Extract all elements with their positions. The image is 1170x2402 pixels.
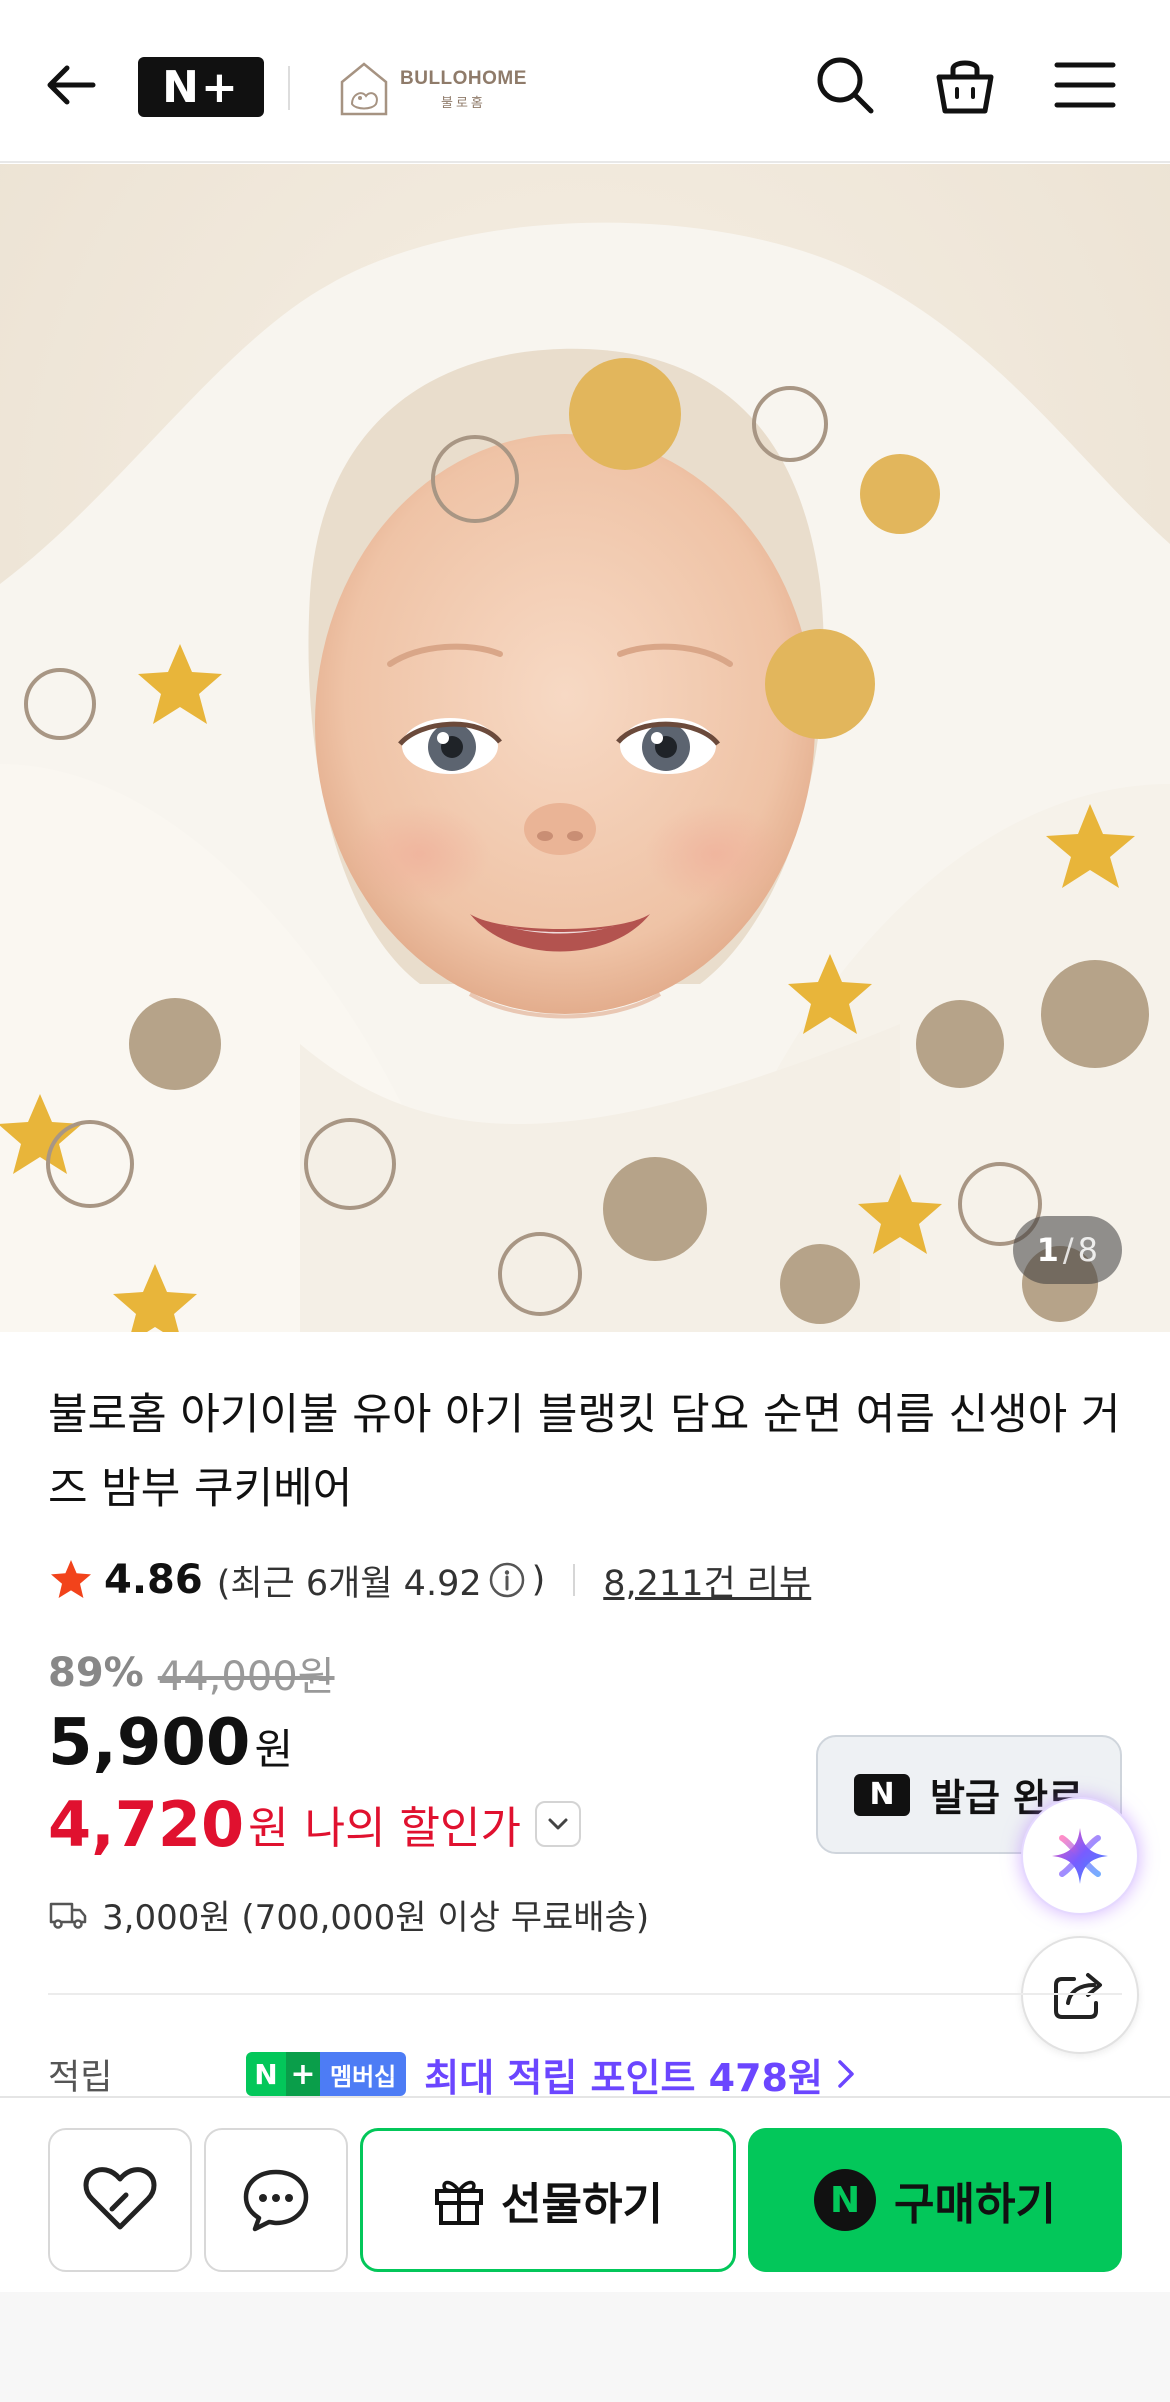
recent-rating: (최근 6개월 4.92 ) bbox=[217, 1555, 546, 1606]
naver-plus-membership-badge: N + 멤버십 bbox=[246, 2052, 407, 2096]
ai-assistant-button[interactable] bbox=[1021, 1797, 1139, 1915]
star-icon bbox=[51, 1560, 91, 1598]
search-button[interactable] bbox=[810, 50, 880, 120]
buy-label: 구매하기 bbox=[894, 2179, 1056, 2230]
max-points-text: 최대 적립 포인트 478원 bbox=[424, 2055, 823, 2100]
gift-button[interactable]: 선물하기 bbox=[360, 2128, 736, 2272]
cart-button[interactable] bbox=[930, 50, 1000, 120]
membership-label: 멤버십 bbox=[320, 2052, 407, 2096]
hamburger-menu-icon bbox=[1054, 62, 1116, 108]
brand-house-icon bbox=[340, 62, 388, 116]
image-counter-separator: / bbox=[1062, 1231, 1074, 1269]
product-image-carousel[interactable]: 1 / 8 bbox=[0, 164, 1170, 1332]
my-discount-price-unit: 원 bbox=[248, 1803, 289, 1854]
system-nav-area bbox=[0, 2292, 1170, 2402]
sale-price-row: 5,900 원 bbox=[48, 1706, 293, 1786]
brand-logo[interactable]: BULLOHOME 불로홈 bbox=[338, 56, 538, 122]
image-counter-total: 8 bbox=[1077, 1231, 1098, 1269]
rating-row: 4.86 (최근 6개월 4.92 ) 8,211건 리뷰 bbox=[48, 1552, 811, 1608]
product-title: 불로홈 아기이불 유아 아기 블랭킷 담요 순면 여름 신생아 거즈 밤부 쿠키… bbox=[48, 1390, 1121, 1514]
sale-price: 5,900 bbox=[48, 1706, 251, 1780]
expand-discount-button[interactable] bbox=[535, 1801, 581, 1847]
header-divider bbox=[288, 66, 290, 110]
rating-divider bbox=[573, 1564, 576, 1596]
chevron-down-icon bbox=[548, 1818, 568, 1830]
talk-inquiry-button[interactable] bbox=[204, 2128, 348, 2272]
bottom-action-bar: 선물하기 N 구매하기 bbox=[0, 2096, 1170, 2402]
brand-subtitle: 불로홈 bbox=[441, 95, 486, 111]
discount-row: 89% 44,000원 bbox=[48, 1645, 335, 1701]
shipping-info: 3,000원 (700,000원 이상 무료배송) bbox=[48, 1888, 649, 1940]
shipping-text: 3,000원 (700,000원 이상 무료배송) bbox=[102, 1897, 650, 1938]
info-icon[interactable] bbox=[488, 1561, 526, 1599]
image-counter: 1 / 8 bbox=[1012, 1216, 1122, 1284]
arrow-left-icon bbox=[47, 65, 96, 105]
top-header: N+ BULLOHOME 불로홈 bbox=[0, 0, 1170, 163]
chevron-right-icon bbox=[838, 2060, 854, 2088]
image-counter-current: 1 bbox=[1036, 1231, 1059, 1269]
search-icon bbox=[817, 57, 874, 114]
chat-bubble-icon bbox=[243, 2169, 309, 2232]
rating-score: 4.86 bbox=[104, 1557, 203, 1603]
membership-plus: + bbox=[286, 2052, 320, 2096]
my-discount-row[interactable]: 4,720 원 나의 할인가 bbox=[48, 1784, 581, 1864]
brand-name: BULLOHOME bbox=[400, 67, 527, 89]
naver-pay-badge: N bbox=[814, 2169, 877, 2231]
back-button[interactable] bbox=[38, 52, 104, 118]
original-price: 44,000원 bbox=[157, 1654, 335, 1700]
buy-button[interactable]: N 구매하기 bbox=[748, 2128, 1122, 2272]
delivery-truck-icon bbox=[49, 1902, 87, 1929]
recent-rating-close: ) bbox=[531, 1560, 546, 1600]
naver-n-badge: N bbox=[854, 1773, 910, 1816]
discount-percent: 89% bbox=[48, 1650, 144, 1696]
my-discount-label: 나의 할인가 bbox=[304, 1803, 521, 1854]
shopping-bag-icon bbox=[936, 60, 994, 114]
nplus-store-logo[interactable]: N+ bbox=[138, 57, 264, 117]
points-row[interactable]: 적립 N + 멤버십 최대 적립 포인트 478원 bbox=[48, 2046, 1122, 2102]
menu-button[interactable] bbox=[1050, 50, 1120, 120]
gift-label: 선물하기 bbox=[501, 2179, 663, 2230]
section-divider bbox=[48, 1993, 1122, 1995]
sparkle-icon bbox=[1052, 1828, 1108, 1884]
share-button[interactable] bbox=[1021, 1936, 1139, 2054]
gift-icon bbox=[435, 2180, 484, 2225]
sale-price-unit: 원 bbox=[254, 1725, 294, 1774]
points-label: 적립 bbox=[48, 2057, 113, 2098]
review-count-link[interactable]: 8,211건 리뷰 bbox=[603, 1555, 811, 1606]
my-discount-price: 4,720 bbox=[48, 1787, 245, 1861]
product-photo bbox=[0, 164, 1170, 1332]
membership-n: N bbox=[246, 2052, 286, 2096]
wishlist-button[interactable] bbox=[48, 2128, 192, 2272]
recent-rating-text: (최근 6개월 4.92 bbox=[216, 1563, 482, 1604]
heart-icon bbox=[83, 2167, 157, 2230]
share-icon bbox=[1054, 1973, 1102, 2019]
